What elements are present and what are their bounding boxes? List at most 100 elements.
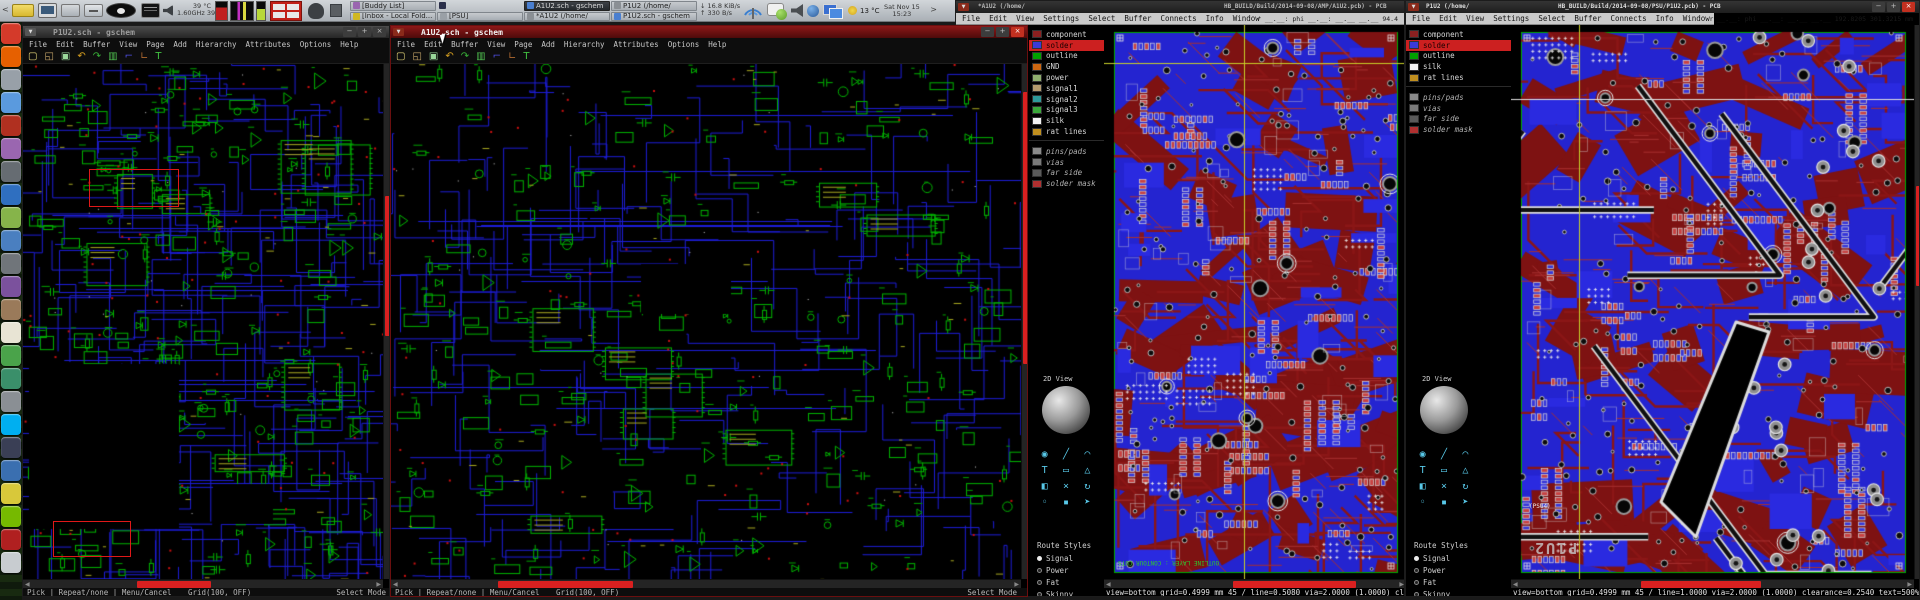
viber-icon[interactable] (1, 276, 21, 297)
rect-tool-icon[interactable]: ▭ (1056, 465, 1075, 477)
antenna-app-icon[interactable] (1, 552, 21, 573)
rotate-tool-icon[interactable]: ↻ (1078, 481, 1097, 493)
titlebar[interactable]: ▼ P1U2.sch - gschem − + × (23, 26, 389, 38)
lock-tool-icon[interactable]: ▪ (1434, 497, 1453, 509)
layer-color-swatch[interactable] (1032, 106, 1042, 114)
volume-applet-icon[interactable] (163, 5, 173, 16)
network-monitor-applet[interactable]: ↓ 16.8 KiB/s ↑ 330 B/s (700, 3, 740, 17)
h-scrollbar[interactable]: ◀ ▶ (1511, 579, 1914, 588)
add-text-icon[interactable]: T (155, 51, 161, 63)
layer-color-swatch[interactable] (1409, 115, 1419, 123)
virtual-layer-row[interactable]: vias (1029, 157, 1104, 168)
minimize-button[interactable]: − (343, 27, 356, 37)
h-scroll-thumb[interactable] (137, 581, 211, 588)
panel-collapse-right[interactable]: > (930, 5, 937, 14)
file-manager-launcher-icon[interactable] (61, 4, 80, 17)
layer-row[interactable]: rat lines (1406, 72, 1511, 83)
window-menu-button[interactable]: ▼ (25, 28, 36, 36)
layer-row[interactable]: silk (1406, 61, 1511, 72)
globe-icon[interactable] (807, 5, 819, 17)
window-menu-button[interactable]: ▼ (393, 28, 404, 36)
pcb-canvas-area[interactable]: OUTLINE LAYER : CONTOUR CUTS (1104, 25, 1405, 579)
radio-icon[interactable] (1414, 592, 1419, 597)
pcb-board-canvas[interactable] (1511, 25, 1914, 579)
menu-item[interactable]: Hierarchy (196, 40, 237, 49)
screensaver-launcher-icon[interactable] (38, 3, 57, 18)
virtual-layer-row[interactable]: vias (1406, 103, 1511, 114)
redo-icon[interactable]: ↷ (461, 51, 469, 63)
layer-row[interactable]: signal1 (1029, 83, 1104, 94)
menu-item[interactable]: Help (340, 40, 358, 49)
eye-launcher-icon[interactable] (106, 3, 136, 18)
add-net-icon[interactable]: ⌐ (125, 51, 133, 63)
h-scrollbar[interactable]: ◀ ▶ (23, 579, 383, 588)
layer-color-swatch[interactable] (1032, 128, 1042, 136)
radio-icon[interactable] (1037, 556, 1042, 561)
new-file-icon[interactable]: ▢ (396, 51, 405, 63)
layer-color-swatch[interactable] (1409, 41, 1419, 49)
layer-color-swatch[interactable] (1409, 63, 1419, 71)
route-style-option[interactable]: Signal (1414, 552, 1450, 564)
clock-applet[interactable]: Sat Nov 15 15:23 (884, 4, 920, 18)
pcb-editor-icon[interactable] (1, 368, 21, 389)
v-scroll-thumb[interactable] (1916, 186, 1920, 286)
menu-item[interactable]: View (1466, 14, 1484, 23)
layer-color-swatch[interactable] (1032, 30, 1042, 38)
cpu-meter-icon[interactable] (215, 1, 228, 21)
gimp-icon[interactable] (1, 299, 21, 320)
rotate-tool-icon[interactable]: ↻ (1456, 481, 1475, 493)
close-button[interactable]: × (1902, 2, 1915, 12)
system-monitor-icon[interactable] (230, 1, 254, 21)
load-meter-icon[interactable] (256, 1, 266, 21)
text-editor-icon[interactable] (1, 322, 21, 343)
add-bus-icon[interactable]: ∟ (508, 51, 516, 63)
layer-row[interactable]: outline (1406, 51, 1511, 62)
menu-item[interactable]: Settings (1493, 14, 1529, 23)
add-component-icon[interactable]: ▥ (476, 51, 485, 63)
libreoffice-writer-icon[interactable] (1, 230, 21, 251)
layer-color-swatch[interactable] (1409, 74, 1419, 82)
via-tool-icon[interactable]: ◉ (1413, 449, 1432, 461)
route-style-option[interactable]: Signal (1037, 552, 1073, 564)
titlebar[interactable]: ▼ *A1U2 (/home/ HB_BUILD/Build/2014-09-0… (956, 1, 1404, 13)
h-scroll-thumb[interactable] (498, 581, 633, 588)
maximize-button[interactable]: + (1887, 2, 1900, 12)
layer-color-swatch[interactable] (1032, 95, 1042, 103)
layer-color-swatch[interactable] (1032, 52, 1042, 60)
bird-app-icon[interactable] (1, 437, 21, 458)
weather-temp[interactable]: 13 °C (860, 7, 880, 15)
layer-color-swatch[interactable] (1409, 126, 1419, 134)
v-scrollbar[interactable] (1914, 25, 1920, 579)
monitor-icon-front[interactable] (829, 8, 843, 19)
chromium-icon[interactable] (1, 92, 21, 113)
task-button[interactable]: [PSU] (437, 12, 523, 22)
menu-item[interactable]: Buffer (1574, 14, 1601, 23)
layer-color-swatch[interactable] (1409, 52, 1419, 60)
menu-item[interactable]: Help (708, 40, 726, 49)
menu-item[interactable]: Info (1206, 14, 1224, 23)
arrow-tool-icon[interactable]: ➤ (1456, 497, 1475, 509)
menu-item[interactable]: Page (514, 40, 532, 49)
virtual-layer-row[interactable]: solder mask (1406, 124, 1511, 135)
menu-item[interactable]: Edit (56, 40, 74, 49)
menu-item[interactable]: Buffer (1124, 14, 1151, 23)
arc-tool-icon[interactable]: ◠ (1078, 449, 1097, 461)
radio-icon[interactable] (1037, 568, 1042, 573)
window-menu-button[interactable]: ▼ (1408, 3, 1419, 11)
task-button[interactable]: A1U2.sch - gschem (524, 1, 610, 11)
menu-item[interactable]: Window (1233, 14, 1260, 23)
route-style-option[interactable]: Skinny (1414, 588, 1450, 597)
layer-row[interactable]: outline (1029, 51, 1104, 62)
menu-item[interactable]: File (29, 40, 47, 49)
schematic-canvas-area[interactable]: A B A B (391, 64, 1021, 579)
libreoffice-calc-icon[interactable] (1, 207, 21, 228)
add-component-icon[interactable]: ▥ (108, 51, 117, 63)
radio-icon[interactable] (1414, 580, 1419, 585)
save-file-icon[interactable]: ▣ (61, 51, 70, 63)
schematic-canvas[interactable]: A B A B (391, 64, 1021, 579)
pcb-canvas-area[interactable]: (PSU4) P1U2 (1511, 25, 1914, 579)
mixer-icon[interactable] (1, 391, 21, 412)
menu-item[interactable]: View (119, 40, 137, 49)
buffer-tool-icon[interactable]: ◧ (1413, 481, 1432, 493)
line-tool-icon[interactable]: ╱ (1056, 449, 1075, 461)
